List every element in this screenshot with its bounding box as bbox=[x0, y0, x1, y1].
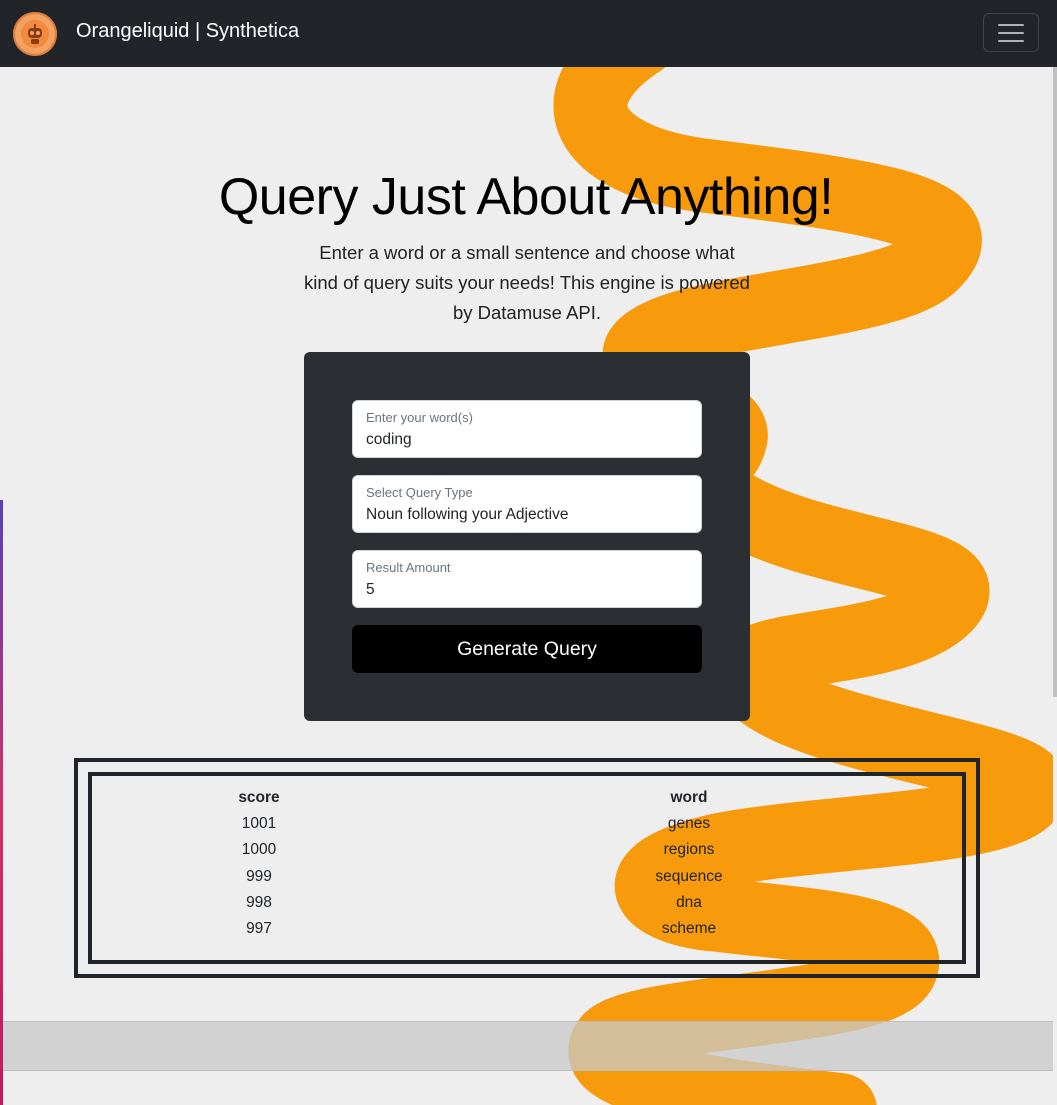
navbar-toggle-button[interactable] bbox=[983, 13, 1039, 52]
page-scrollbar[interactable] bbox=[1053, 67, 1057, 1105]
left-edge-strip bbox=[0, 500, 3, 1105]
table-row: 999 sequence bbox=[92, 864, 962, 890]
query-type-value[interactable]: Noun following your Adjective bbox=[366, 505, 568, 525]
page-description: Enter a word or a small sentence and cho… bbox=[304, 242, 750, 323]
brand-name[interactable]: Orangeliquid | Synthetica bbox=[76, 19, 299, 43]
column-header-word: word bbox=[670, 789, 708, 806]
scrollbar-thumb[interactable] bbox=[1053, 67, 1057, 697]
query-type-label: Select Query Type bbox=[366, 485, 473, 500]
score-cell: 998 bbox=[246, 893, 272, 911]
generate-query-button[interactable]: Generate Query bbox=[352, 625, 702, 673]
navbar: Orangeliquid | Synthetica bbox=[0, 0, 1057, 67]
word-cell: regions bbox=[663, 841, 715, 859]
result-amount-label: Result Amount bbox=[366, 560, 451, 575]
robot-avatar-icon[interactable] bbox=[13, 12, 57, 56]
result-amount-input[interactable]: Result Amount 5 bbox=[352, 550, 702, 608]
score-cell: 997 bbox=[246, 919, 272, 937]
score-cell: 999 bbox=[246, 867, 272, 885]
results-frame: score word 1001 genes 1000 regions 999 s… bbox=[74, 758, 980, 978]
query-type-select[interactable]: Select Query Type Noun following your Ad… bbox=[352, 475, 702, 533]
table-row: 998 dna bbox=[92, 890, 962, 916]
score-cell: 1001 bbox=[241, 815, 277, 833]
table-header-row: score word bbox=[92, 785, 962, 811]
column-header-score: score bbox=[238, 789, 280, 806]
word-input-label: Enter your word(s) bbox=[366, 410, 473, 425]
result-amount-value[interactable]: 5 bbox=[366, 580, 375, 600]
hamburger-menu-icon bbox=[998, 23, 1024, 26]
word-cell: sequence bbox=[655, 867, 723, 885]
word-cell: dna bbox=[676, 893, 702, 911]
results-table-container: score word 1001 genes 1000 regions 999 s… bbox=[88, 772, 966, 964]
table-row: 1001 genes bbox=[92, 811, 962, 837]
table-row: 997 scheme bbox=[92, 916, 962, 942]
word-input[interactable]: Enter your word(s) coding bbox=[352, 400, 702, 458]
query-form-card: Enter your word(s) coding Select Query T… bbox=[304, 352, 750, 721]
word-cell: genes bbox=[667, 815, 711, 833]
footer-bar bbox=[3, 1021, 1054, 1071]
word-input-value[interactable]: coding bbox=[366, 430, 412, 450]
score-cell: 1000 bbox=[241, 841, 277, 859]
results-table: score word 1001 genes 1000 regions 999 s… bbox=[92, 785, 962, 942]
page-title: Query Just About Anything! bbox=[218, 168, 834, 226]
table-row: 1000 regions bbox=[92, 837, 962, 863]
word-cell: scheme bbox=[661, 919, 717, 937]
